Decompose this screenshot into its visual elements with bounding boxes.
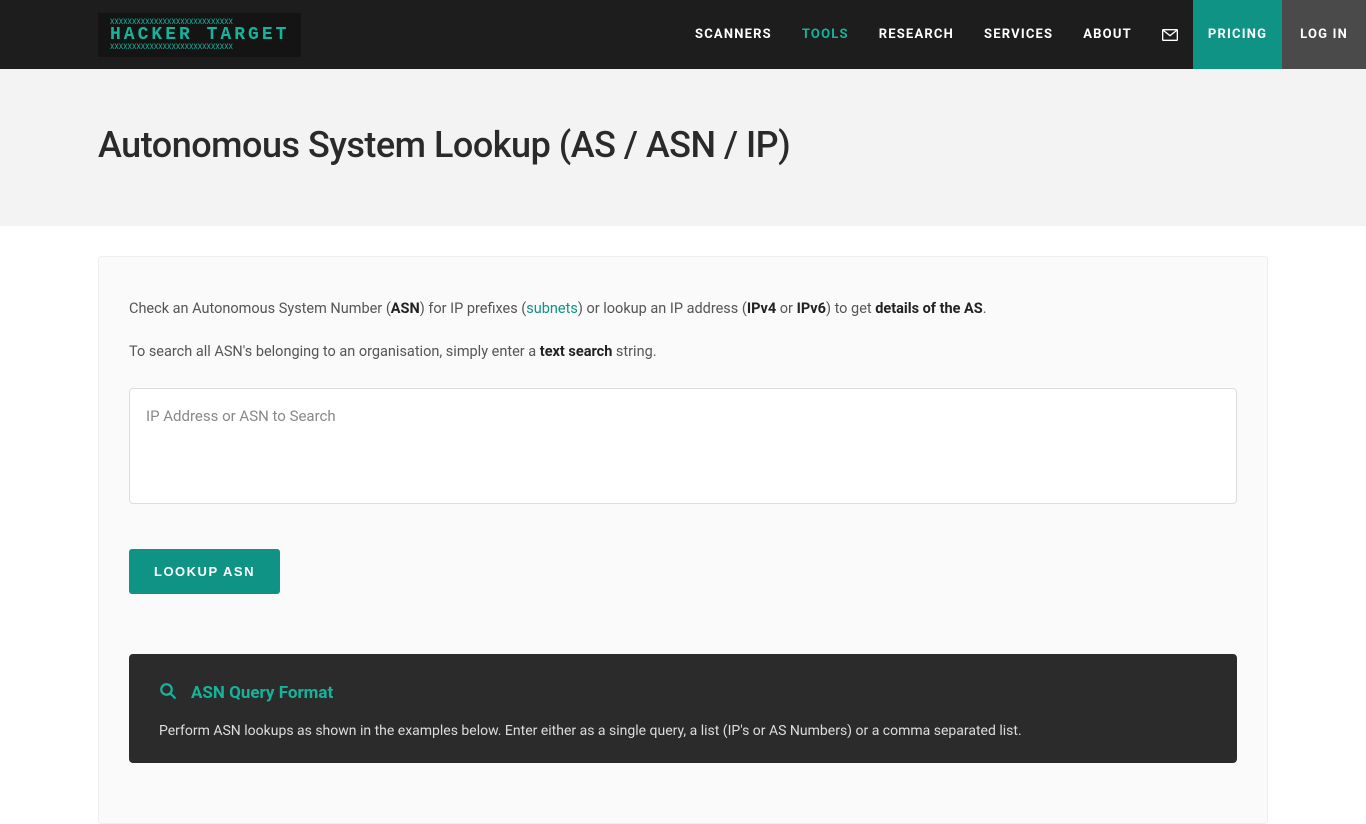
- nav-login[interactable]: LOG IN: [1282, 0, 1366, 69]
- subnets-link[interactable]: subnets: [526, 300, 578, 317]
- panel-header: ASN Query Format: [159, 682, 1207, 704]
- title-band: Autonomous System Lookup (AS / ASN / IP): [0, 69, 1366, 226]
- nav-services[interactable]: SERVICES: [969, 0, 1068, 69]
- nav-contact[interactable]: [1147, 0, 1193, 69]
- asn-search-input[interactable]: [130, 389, 1236, 499]
- page-title: Autonomous System Lookup (AS / ASN / IP): [98, 124, 1268, 166]
- brand-text: HACKER TARGET: [110, 26, 289, 44]
- asn-bold: ASN: [391, 300, 420, 317]
- ipv6-bold: IPv6: [797, 300, 826, 317]
- search-icon: [159, 682, 177, 704]
- panel-body: Perform ASN lookups as shown in the exam…: [159, 720, 1207, 742]
- text: To search all ASN's belonging to an orga…: [129, 343, 540, 360]
- text: or: [776, 300, 796, 317]
- text: ) for IP prefixes (: [420, 300, 527, 317]
- nav-research[interactable]: RESEARCH: [864, 0, 969, 69]
- text: ) or lookup an IP address (: [578, 300, 747, 317]
- text: string.: [612, 343, 656, 360]
- ipv4-bold: IPv4: [747, 300, 776, 317]
- nav-tools[interactable]: TOOLS: [787, 0, 864, 69]
- lookup-asn-button[interactable]: LOOKUP ASN: [129, 549, 280, 594]
- lookup-card: Check an Autonomous System Number (ASN) …: [98, 256, 1268, 824]
- intro-paragraph-2: To search all ASN's belonging to an orga…: [129, 340, 1237, 363]
- intro-paragraph-1: Check an Autonomous System Number (ASN) …: [129, 297, 1237, 320]
- nav-scanners[interactable]: SCANNERS: [680, 0, 787, 69]
- text: .: [983, 300, 987, 317]
- nav-about[interactable]: ABOUT: [1068, 0, 1147, 69]
- details-bold: details of the AS: [875, 300, 983, 317]
- top-nav-bar: XXXXXXXXXXXXXXXXXXXXXXXXXXXX HACKER TARG…: [0, 0, 1366, 69]
- envelope-icon: [1162, 28, 1178, 42]
- main-nav: SCANNERS TOOLS RESEARCH SERVICES ABOUT P…: [680, 0, 1366, 69]
- brand-logo[interactable]: XXXXXXXXXXXXXXXXXXXXXXXXXXXX HACKER TARG…: [98, 13, 301, 57]
- text: Check an Autonomous System Number (: [129, 300, 391, 317]
- search-box: [129, 388, 1237, 504]
- main-content: Check an Autonomous System Number (ASN) …: [0, 226, 1366, 824]
- text: ) to get: [826, 300, 875, 317]
- query-format-panel: ASN Query Format Perform ASN lookups as …: [129, 654, 1237, 762]
- text-search-bold: text search: [540, 343, 613, 360]
- nav-pricing[interactable]: PRICING: [1193, 0, 1282, 69]
- panel-heading: ASN Query Format: [191, 683, 333, 703]
- intro-text: Check an Autonomous System Number (ASN) …: [129, 297, 1237, 363]
- logo-decoration-bottom: XXXXXXXXXXXXXXXXXXXXXXXXXXXX: [110, 44, 289, 51]
